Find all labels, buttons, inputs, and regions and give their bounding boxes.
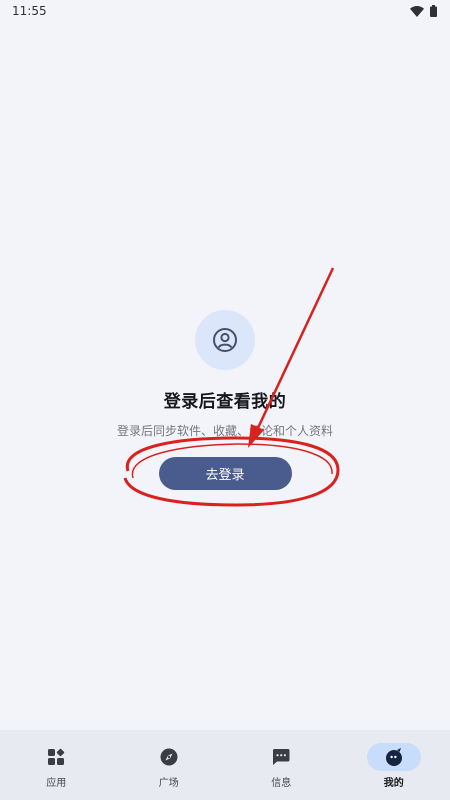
- nav-pill: [29, 743, 83, 771]
- battery-icon: [430, 5, 437, 17]
- page-subtitle: 登录后同步软件、收藏、评论和个人资料: [116, 424, 333, 438]
- login-prompt: 登录后查看我的 登录后同步软件、收藏、评论和个人资料 去登录: [0, 310, 450, 490]
- tab-square[interactable]: 广场: [124, 743, 214, 789]
- compass-icon: [160, 748, 178, 766]
- nav-pill: [254, 743, 308, 771]
- bottom-nav: 应用 广场 信息 我的: [0, 730, 450, 800]
- apps-grid-icon: [48, 748, 65, 765]
- avatar: [195, 310, 255, 370]
- tab-apps[interactable]: 应用: [11, 743, 101, 789]
- tab-apps-label: 应用: [46, 778, 67, 789]
- login-button[interactable]: 去登录: [158, 457, 292, 490]
- tab-square-label: 广场: [158, 778, 179, 789]
- message-icon: [273, 749, 290, 765]
- tab-mine-label: 我的: [383, 778, 404, 789]
- nav-pill-active: [366, 743, 421, 771]
- page-title: 登录后查看我的: [163, 392, 287, 412]
- tab-messages-label: 信息: [271, 778, 292, 789]
- status-bar: 11:55: [0, 0, 450, 22]
- nav-pill: [142, 743, 196, 771]
- status-icons: [410, 5, 437, 17]
- account-circle-icon: [213, 328, 237, 352]
- status-time: 11:55: [12, 4, 47, 18]
- bird-avatar-icon: [385, 748, 402, 766]
- tab-messages[interactable]: 信息: [236, 743, 326, 789]
- wifi-icon: [410, 5, 424, 17]
- tab-mine[interactable]: 我的: [349, 743, 439, 789]
